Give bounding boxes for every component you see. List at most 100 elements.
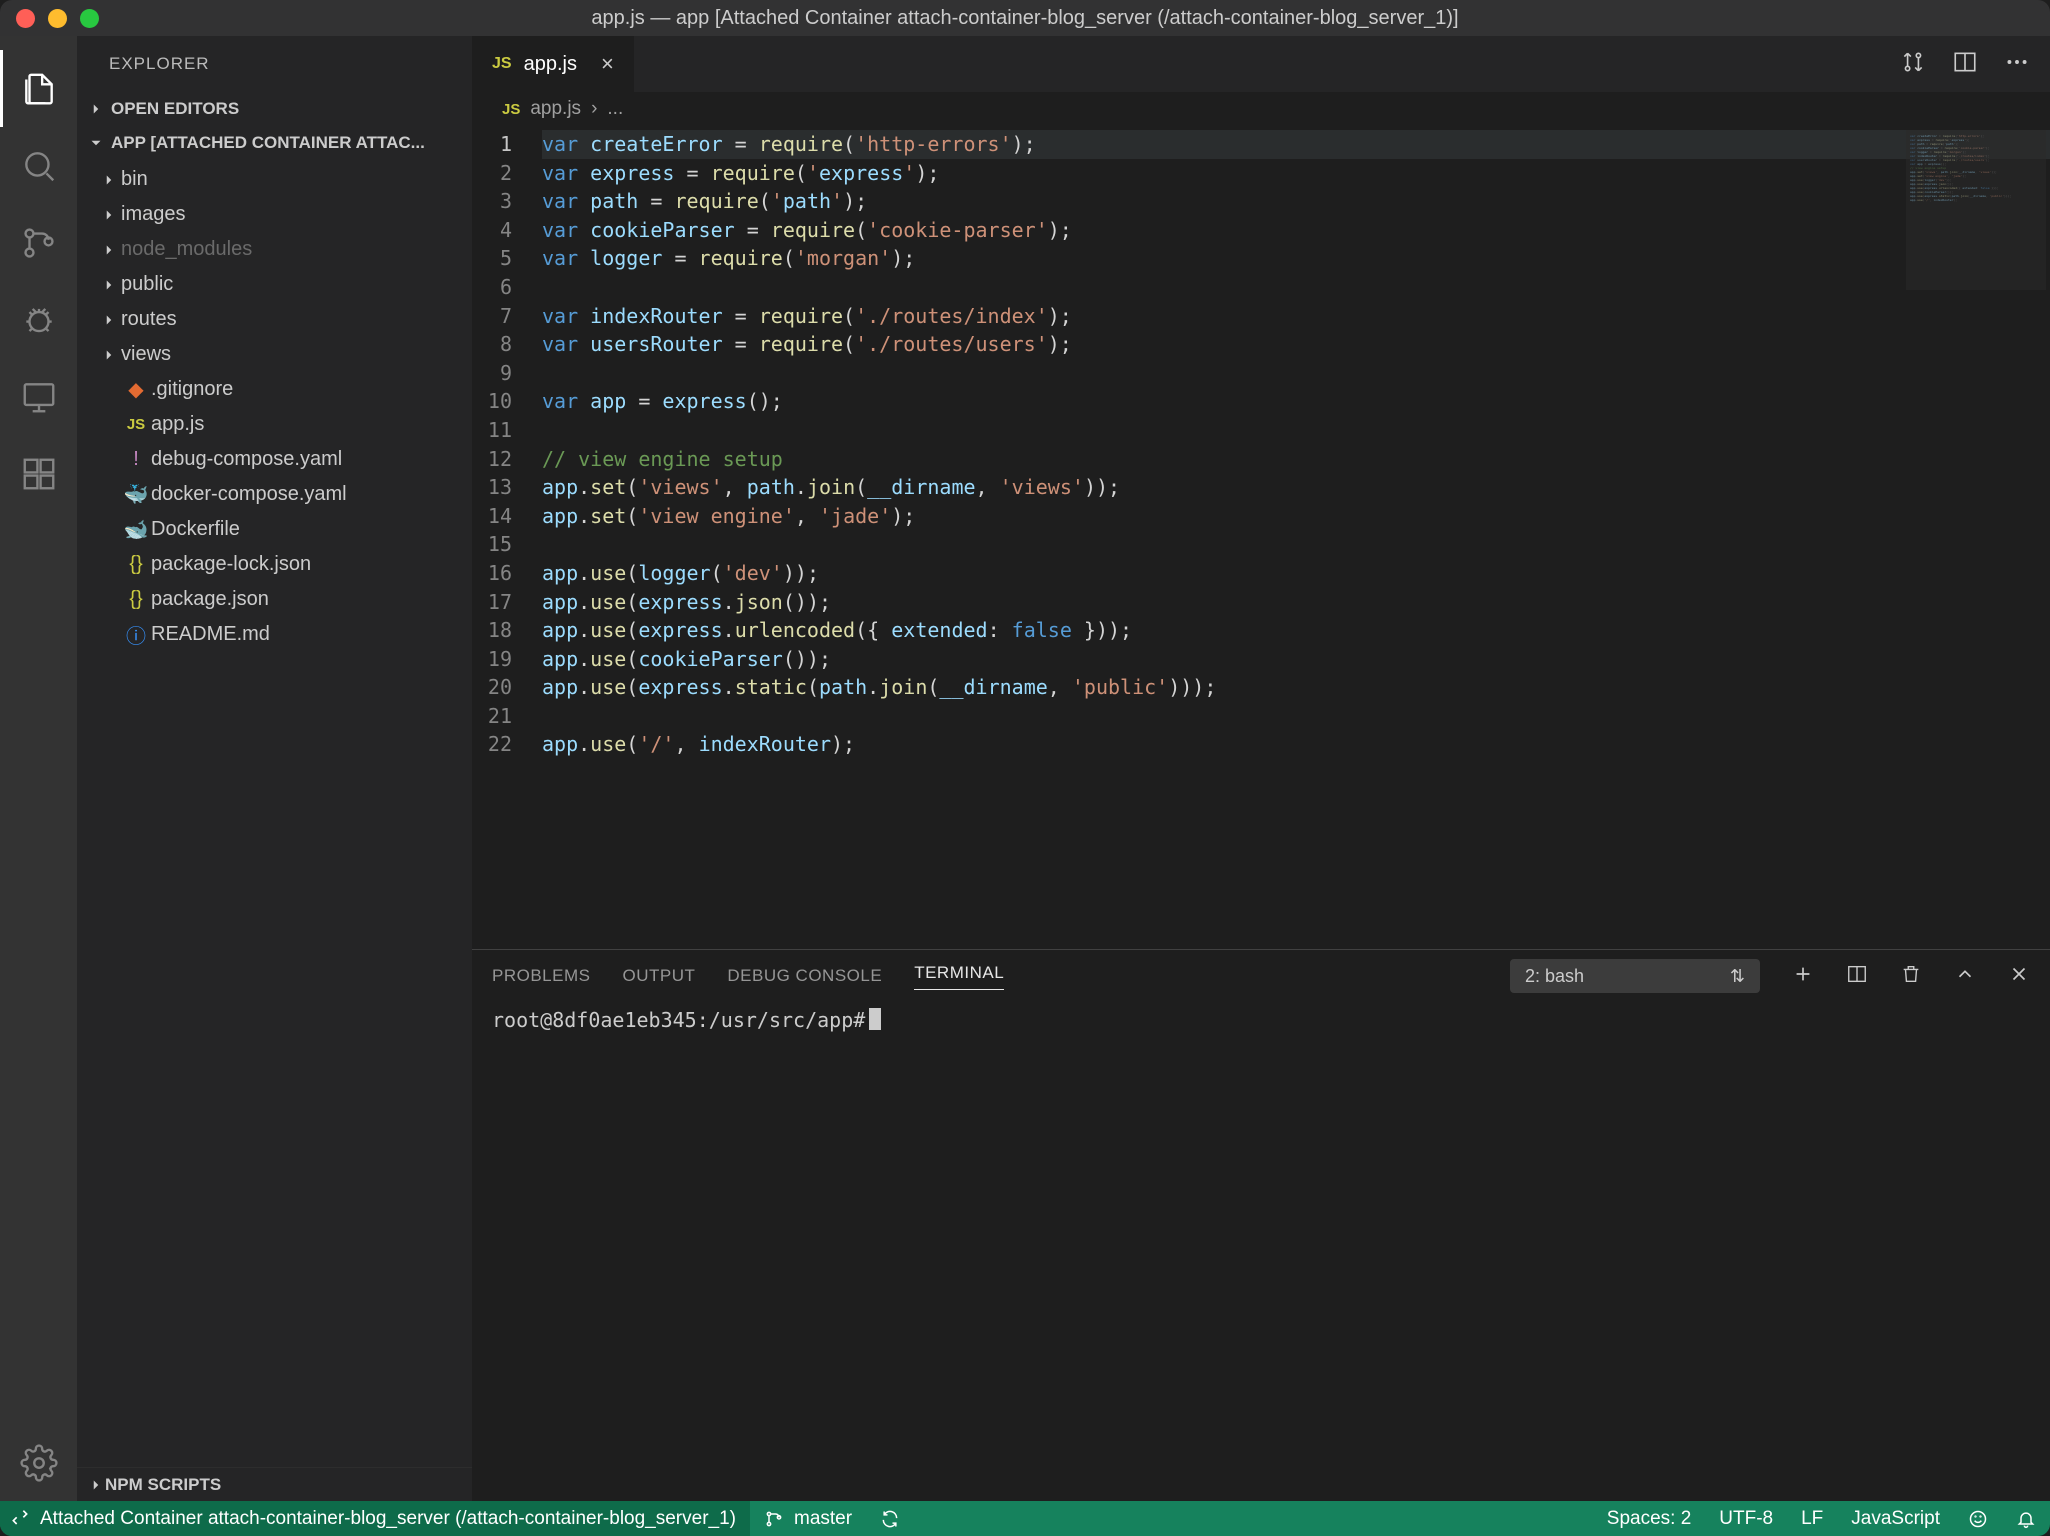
split-terminal-button[interactable] <box>1846 963 1868 990</box>
code-editor[interactable]: 12345678910111213141516171819202122 var … <box>472 126 2050 949</box>
activity-remote[interactable] <box>0 358 77 435</box>
npm-scripts-label: NPM SCRIPTS <box>105 1475 221 1495</box>
minimap[interactable]: var createError = require('http-errors')… <box>1906 130 2046 290</box>
chevron-right-icon <box>100 171 118 189</box>
file-tree: bin images node_modules public routes vi… <box>77 160 472 1467</box>
folder-images[interactable]: images <box>77 197 472 232</box>
open-editors-label: OPEN EDITORS <box>111 99 239 119</box>
status-encoding-label: UTF-8 <box>1719 1508 1773 1530</box>
file-readme[interactable]: ⓘREADME.md <box>77 617 472 652</box>
file-label: .gitignore <box>151 378 233 401</box>
chevron-right-icon <box>87 100 105 118</box>
window-minimize-button[interactable] <box>48 9 67 28</box>
chevron-right-icon <box>100 276 118 294</box>
chevron-right-icon <box>100 206 118 224</box>
folder-routes[interactable]: routes <box>77 302 472 337</box>
folder-bin[interactable]: bin <box>77 162 472 197</box>
activity-debug[interactable] <box>0 281 77 358</box>
status-remote[interactable]: Attached Container attach-container-blog… <box>0 1501 750 1536</box>
status-feedback[interactable] <box>1954 1501 2002 1536</box>
tab-label: app.js <box>524 53 577 76</box>
open-editors-section[interactable]: OPEN EDITORS <box>77 92 472 126</box>
breadcrumb-more: ... <box>607 98 623 120</box>
terminal-selector-label: 2: bash <box>1525 966 1584 987</box>
status-bar: Attached Container attach-container-blog… <box>0 1501 2050 1536</box>
folder-views[interactable]: views <box>77 337 472 372</box>
status-spaces[interactable]: Spaces: 2 <box>1593 1501 1706 1536</box>
terminal-selector[interactable]: 2: bash ⇅ <box>1510 959 1760 993</box>
status-eol[interactable]: LF <box>1787 1501 1837 1536</box>
status-encoding[interactable]: UTF-8 <box>1705 1501 1787 1536</box>
status-language-label: JavaScript <box>1851 1508 1940 1530</box>
project-header-label: APP [ATTACHED CONTAINER ATTAC... <box>111 133 425 153</box>
panel-tab-terminal[interactable]: TERMINAL <box>914 963 1004 990</box>
file-docker-compose[interactable]: 🐳docker-compose.yaml <box>77 477 472 512</box>
chevron-right-icon <box>100 241 118 259</box>
file-dockerfile[interactable]: 🐋Dockerfile <box>77 512 472 547</box>
kill-terminal-button[interactable] <box>1900 963 1922 990</box>
file-package-lock[interactable]: {}package-lock.json <box>77 547 472 582</box>
terminal[interactable]: root@8df0ae1eb345:/usr/src/app# <box>472 1002 2050 1501</box>
chevron-right-icon: › <box>591 98 597 120</box>
editor-tabs: JS app.js × <box>472 36 2050 92</box>
activity-explorer[interactable] <box>0 50 77 127</box>
new-terminal-button[interactable] <box>1792 963 1814 990</box>
file-label: app.js <box>151 413 204 436</box>
file-label: Dockerfile <box>151 518 240 541</box>
titlebar: app.js — app [Attached Container attach-… <box>0 0 2050 36</box>
folder-label: node_modules <box>121 238 252 261</box>
file-package-json[interactable]: {}package.json <box>77 582 472 617</box>
more-actions-icon[interactable] <box>2004 49 2030 80</box>
close-panel-button[interactable] <box>2008 963 2030 990</box>
branch-icon <box>764 1509 784 1529</box>
project-header[interactable]: APP [ATTACHED CONTAINER ATTAC... <box>77 126 472 160</box>
folder-public[interactable]: public <box>77 267 472 302</box>
folder-label: images <box>121 203 185 226</box>
maximize-panel-button[interactable] <box>1954 963 1976 990</box>
file-appjs[interactable]: JSapp.js <box>77 407 472 442</box>
smiley-icon <box>1968 1509 1988 1529</box>
activity-extensions[interactable] <box>0 435 77 512</box>
yaml-icon: ! <box>121 448 151 471</box>
panel-tab-debug-console[interactable]: DEBUG CONSOLE <box>727 966 882 986</box>
panel-tabs: PROBLEMS OUTPUT DEBUG CONSOLE TERMINAL 2… <box>472 950 2050 1002</box>
tab-appjs[interactable]: JS app.js × <box>472 36 635 92</box>
status-language[interactable]: JavaScript <box>1837 1501 1954 1536</box>
line-gutter: 12345678910111213141516171819202122 <box>472 126 542 949</box>
window-close-button[interactable] <box>16 9 35 28</box>
bottom-panel: PROBLEMS OUTPUT DEBUG CONSOLE TERMINAL 2… <box>472 949 2050 1501</box>
tab-close-button[interactable]: × <box>601 51 614 77</box>
file-label: docker-compose.yaml <box>151 483 347 506</box>
bell-icon <box>2016 1509 2036 1529</box>
compare-changes-icon[interactable] <box>1900 49 1926 80</box>
code-content[interactable]: var createError = require('http-errors')… <box>542 126 2050 949</box>
remote-explorer-icon <box>20 378 58 416</box>
activity-settings-gear[interactable] <box>0 1424 77 1501</box>
file-gitignore[interactable]: ◆.gitignore <box>77 372 472 407</box>
file-debug-compose[interactable]: !debug-compose.yaml <box>77 442 472 477</box>
panel-tab-problems[interactable]: PROBLEMS <box>492 966 590 986</box>
folder-node-modules[interactable]: node_modules <box>77 232 472 267</box>
git-icon: ◆ <box>121 377 151 402</box>
file-label: package-lock.json <box>151 553 311 576</box>
npm-scripts-section[interactable]: NPM SCRIPTS <box>77 1467 472 1501</box>
status-sync[interactable] <box>866 1501 914 1536</box>
status-spaces-label: Spaces: 2 <box>1607 1508 1692 1530</box>
file-label: README.md <box>151 623 270 646</box>
status-branch[interactable]: master <box>750 1501 866 1536</box>
terminal-prompt: root@8df0ae1eb345:/usr/src/app# <box>492 1008 865 1032</box>
status-notifications[interactable] <box>2002 1501 2050 1536</box>
folder-label: views <box>121 343 171 366</box>
editor-area: JS app.js × JS app <box>472 36 2050 1501</box>
breadcrumbs[interactable]: JS app.js › ... <box>472 92 2050 126</box>
chevron-updown-icon: ⇅ <box>1730 966 1745 987</box>
chevron-right-icon <box>100 311 118 329</box>
activity-search[interactable] <box>0 127 77 204</box>
activity-source-control[interactable] <box>0 204 77 281</box>
chevron-right-icon <box>100 346 118 364</box>
window-maximize-button[interactable] <box>80 9 99 28</box>
panel-tab-output[interactable]: OUTPUT <box>622 966 695 986</box>
split-editor-icon[interactable] <box>1952 49 1978 80</box>
folder-label: public <box>121 273 173 296</box>
search-icon <box>20 147 58 185</box>
